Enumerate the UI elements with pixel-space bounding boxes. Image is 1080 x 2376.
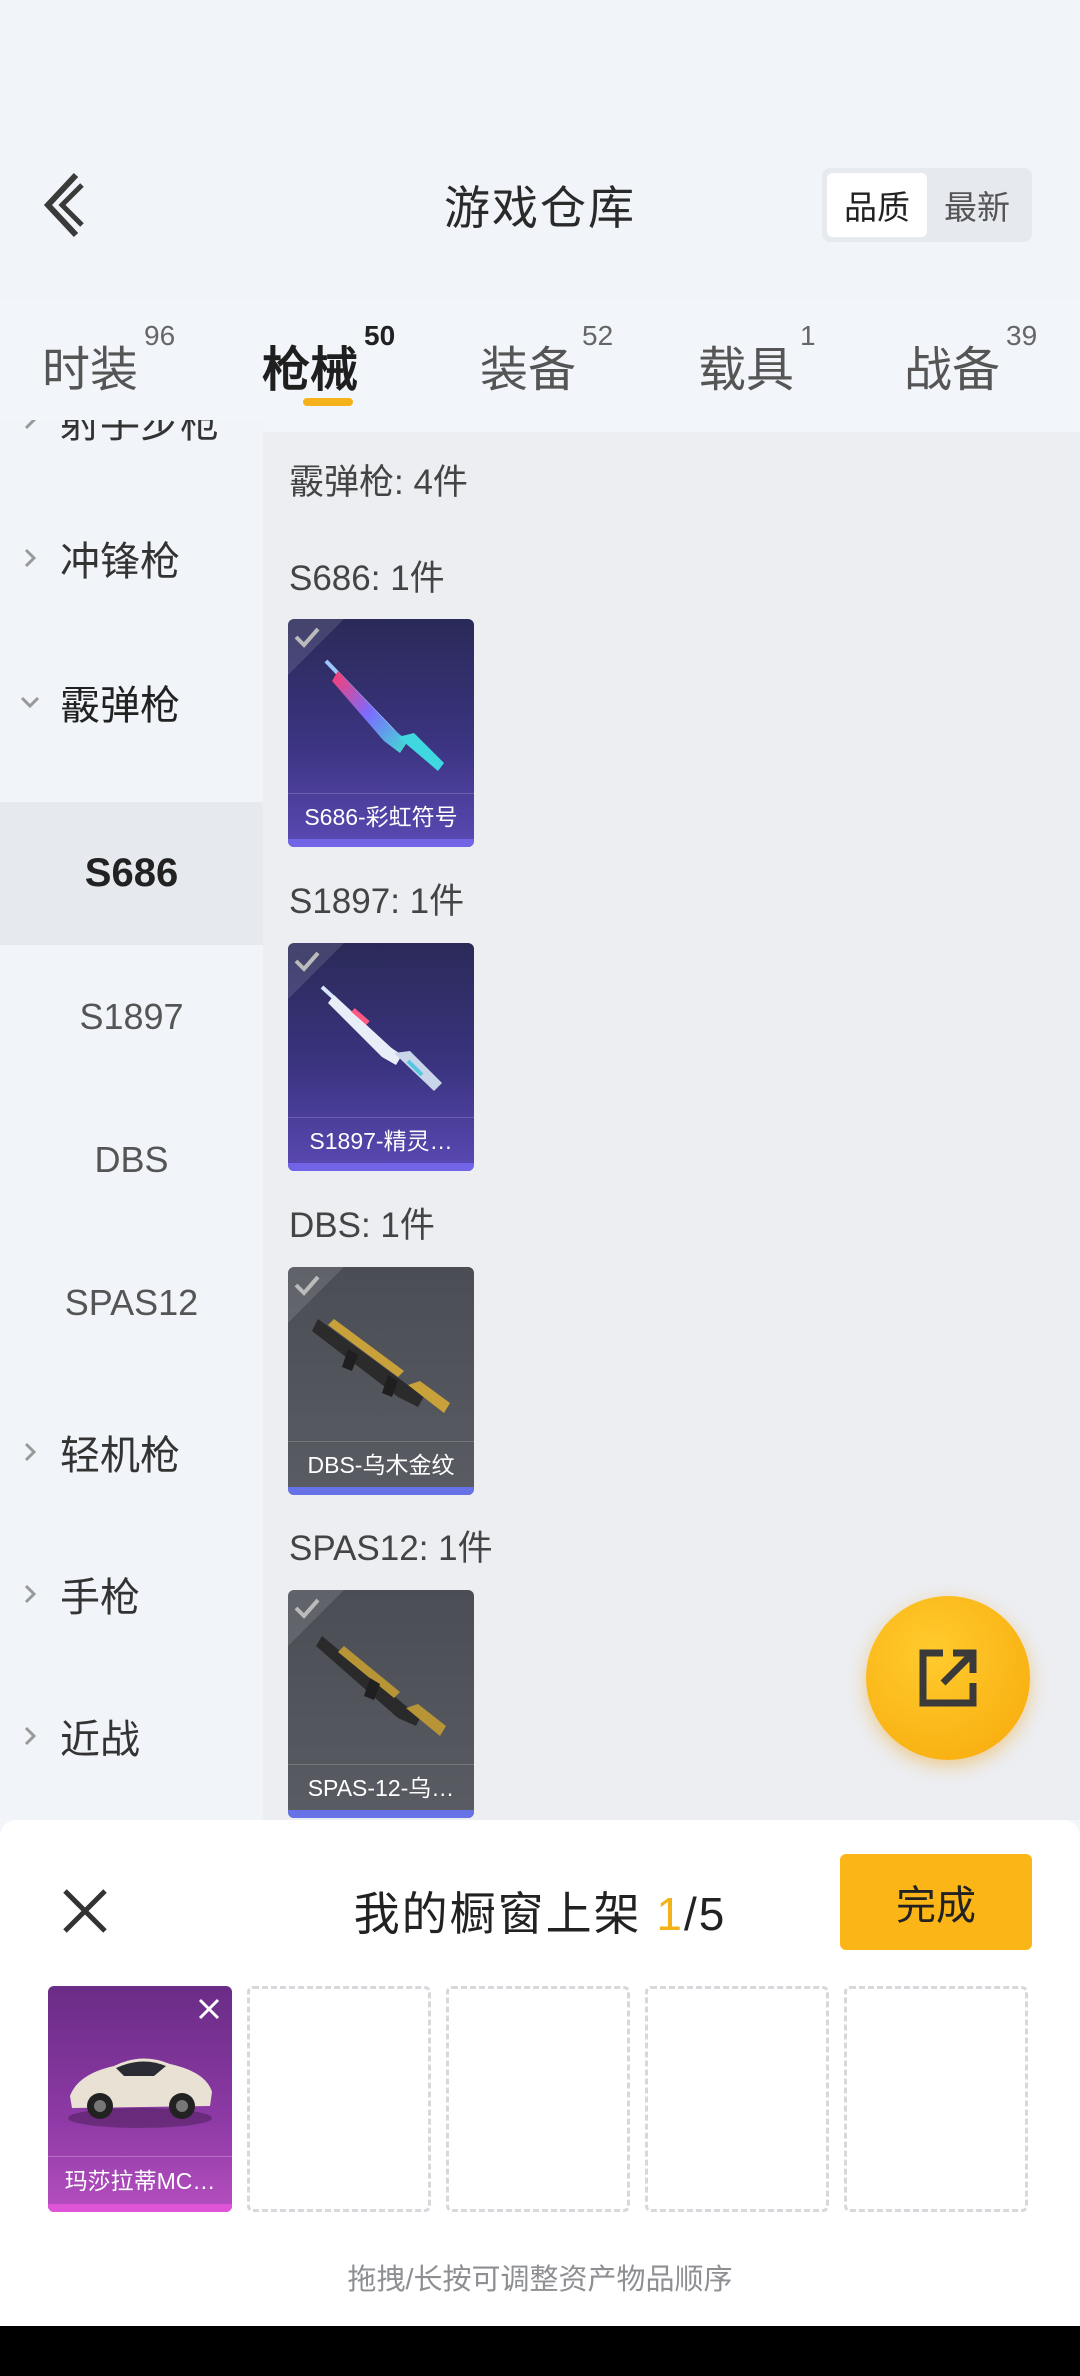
showcase-slot-5[interactable]	[844, 1986, 1028, 2212]
rarity-bar	[288, 1487, 474, 1495]
showcase-slot-3[interactable]	[446, 1986, 630, 2212]
sidebar-subitem-spas12[interactable]: SPAS12	[0, 1231, 263, 1374]
chevron-right-icon	[0, 1441, 60, 1463]
tab-label: 装备	[480, 344, 577, 397]
tab-count: 52	[582, 320, 614, 351]
sidebar-subitem-dbs[interactable]: DBS	[0, 1088, 263, 1231]
sidebar-subitem-s1897[interactable]: S1897	[0, 945, 263, 1088]
chevron-right-icon	[0, 420, 60, 431]
category-tabs: 时装96 枪械50 装备52 载具1 战备39	[0, 310, 1080, 420]
showcase-title-text: 我的橱窗上架	[353, 1888, 657, 1940]
sidebar-item-marksman-rifle[interactable]: 射手步枪	[0, 420, 263, 490]
share-button[interactable]	[866, 1596, 1030, 1760]
chevron-right-icon	[0, 547, 60, 569]
shotgun-image	[316, 1636, 446, 1736]
tab-gear[interactable]: 战备39	[904, 320, 1037, 400]
tab-count: 1	[800, 320, 816, 351]
header: 游戏仓库 品质 最新	[0, 0, 1080, 300]
sidebar-item-smg[interactable]: 冲锋枪	[0, 488, 263, 628]
tab-label: 战备	[904, 344, 1001, 397]
group-title: DBS: 1件	[289, 1206, 435, 1245]
showcase-panel: 我的橱窗上架 1/5 完成 玛莎拉蒂MC… 拖拽/长按可调整资产物品顺序	[0, 1820, 1080, 2326]
tab-vehicles[interactable]: 载具1	[698, 320, 816, 400]
rarity-bar	[288, 1163, 474, 1171]
tab-label: 时装	[42, 344, 139, 397]
share-icon	[919, 1649, 977, 1707]
shotgun-image	[312, 1319, 450, 1413]
tab-count: 39	[1006, 320, 1038, 351]
group-title: SPAS12: 1件	[289, 1529, 493, 1568]
chevron-right-icon	[0, 1725, 60, 1747]
item-card-spas12[interactable]: SPAS-12-乌…	[288, 1590, 474, 1818]
rarity-bar	[288, 839, 474, 847]
tab-fashion[interactable]: 时装96	[42, 320, 175, 400]
sidebar-item-label: 霰弹枪	[60, 684, 180, 728]
showcase-slot-4[interactable]	[645, 1986, 829, 2212]
remove-icon[interactable]	[192, 1992, 226, 2026]
item-caption: DBS-乌木金纹	[288, 1441, 474, 1487]
chevron-down-icon	[0, 691, 60, 713]
shotgun-image	[324, 659, 444, 771]
item-caption: SPAS-12-乌…	[288, 1764, 474, 1810]
group-title: S1897: 1件	[289, 882, 465, 921]
sidebar-item-melee[interactable]: 近战	[0, 1666, 263, 1806]
showcase-slot-2[interactable]	[247, 1986, 431, 2212]
showcase-slot-1[interactable]: 玛莎拉蒂MC…	[48, 1986, 232, 2212]
group-title: S686: 1件	[289, 559, 445, 598]
car-image	[68, 2058, 212, 2128]
showcase-count-current: 1	[656, 1888, 684, 1940]
showcase-slots: 玛莎拉蒂MC…	[48, 1986, 1032, 2216]
tab-label: 载具	[698, 344, 795, 397]
tab-label: 枪械	[262, 344, 359, 397]
slot-item-caption: 玛莎拉蒂MC…	[48, 2156, 232, 2204]
done-button[interactable]: 完成	[840, 1854, 1032, 1950]
active-tab-indicator	[303, 398, 353, 406]
system-nav-bar	[0, 2326, 1080, 2376]
sidebar-subitem-s686[interactable]: S686	[0, 802, 263, 945]
tab-firearms[interactable]: 枪械50	[262, 320, 395, 400]
item-card-s686[interactable]: S686-彩虹符号	[288, 619, 474, 847]
item-card-dbs[interactable]: DBS-乌木金纹	[288, 1267, 474, 1495]
sidebar-item-shotgun[interactable]: 霰弹枪	[0, 632, 263, 772]
sort-quality-option[interactable]: 品质	[827, 173, 927, 237]
sidebar-item-pistol[interactable]: 手枪	[0, 1524, 263, 1664]
sort-toggle[interactable]: 品质 最新	[822, 168, 1032, 242]
section-total: 霰弹枪: 4件	[289, 463, 468, 502]
sidebar-item-label: 轻机枪	[60, 1434, 180, 1478]
tab-count: 50	[364, 320, 396, 351]
rarity-bar	[48, 2204, 232, 2212]
sidebar-item-label: 冲锋枪	[60, 540, 180, 584]
shotgun-image	[320, 985, 442, 1091]
tab-count: 96	[144, 320, 176, 351]
sort-newest-option[interactable]: 最新	[927, 173, 1027, 237]
tab-equipment[interactable]: 装备52	[480, 320, 613, 400]
item-card-s1897[interactable]: S1897-精灵…	[288, 943, 474, 1171]
item-caption: S686-彩虹符号	[288, 793, 474, 839]
reorder-hint: 拖拽/长按可调整资产物品顺序	[347, 2264, 733, 2296]
item-caption: S1897-精灵…	[288, 1117, 474, 1163]
sidebar-item-lmg[interactable]: 轻机枪	[0, 1382, 263, 1522]
sidebar-item-label: 近战	[60, 1718, 140, 1762]
sidebar-item-label: 手枪	[60, 1576, 140, 1620]
showcase-count-total: /5	[684, 1888, 727, 1940]
weapon-category-sidebar: 射手步枪 冲锋枪 霰弹枪 S686 S1897 DBS SPAS12 轻机枪 手…	[0, 420, 263, 1820]
sidebar-item-label: 射手步枪	[60, 420, 220, 446]
rarity-bar	[288, 1810, 474, 1818]
chevron-right-icon	[0, 1583, 60, 1605]
